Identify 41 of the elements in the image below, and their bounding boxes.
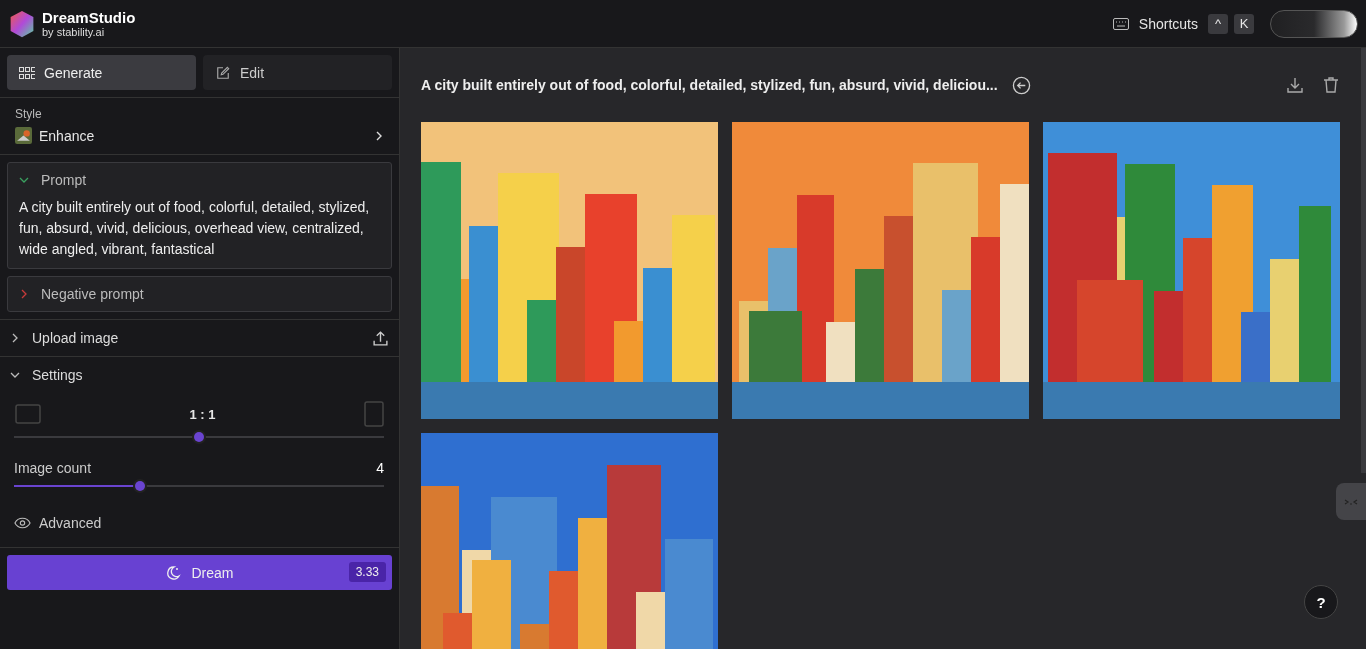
keyboard-key: K <box>1234 13 1254 34</box>
app-subtitle: by stability.ai <box>42 26 106 38</box>
landscape-frame-icon <box>15 404 41 424</box>
mode-tab[interactable]: Generate <box>7 55 196 90</box>
mode-tab[interactable]: Edit <box>203 55 392 90</box>
portrait-frame-icon <box>364 401 384 427</box>
moon-icon <box>165 564 182 581</box>
upload-icon <box>372 329 389 347</box>
image-count-label: Image count <box>14 460 92 476</box>
settings-header[interactable]: Settings <box>0 357 399 393</box>
download-icon[interactable] <box>1286 76 1304 94</box>
account-toggle[interactable] <box>1270 9 1358 38</box>
grid-icon <box>19 65 35 80</box>
style-thumbnail-icon <box>15 127 32 144</box>
shortcuts-label[interactable]: Shortcuts <box>1138 15 1198 32</box>
eye-icon <box>14 517 31 529</box>
trash-icon[interactable] <box>1322 76 1340 94</box>
advanced-toggle[interactable]: Advanced <box>0 493 399 541</box>
style-selector[interactable]: Enhance <box>15 127 384 144</box>
style-label: Style <box>15 107 43 121</box>
aspect-ratio-value: 1 : 1 <box>189 406 216 422</box>
help-button[interactable]: ? <box>1304 585 1338 619</box>
upload-image-header[interactable]: Upload image <box>0 320 399 357</box>
keyboard-icon <box>1112 17 1129 30</box>
dream-button[interactable]: Dream 3.33 <box>7 555 392 590</box>
credit-cost-badge: 3.33 <box>348 562 386 582</box>
prompt-title: A city built entirely out of food, colorful, detailed, stylized, fun, absurd, vivid, deliciou... <box>421 77 998 93</box>
keyboard-key: ^ <box>1208 13 1228 34</box>
slider-thumb[interactable] <box>194 432 204 442</box>
edit-icon <box>215 65 231 80</box>
slider-thumb[interactable] <box>134 481 145 491</box>
prompt-text[interactable]: A city built entirely out of food, colorful, detailed, stylized, fun, absurd, vivid, delicious, overhead view, centralized, wide angled, vibrant, fantastical <box>8 197 391 268</box>
face-icon <box>1344 497 1358 506</box>
app-title: DreamStudio <box>42 9 136 26</box>
prompt-header[interactable]: Prompt <box>8 163 391 197</box>
side-panel-handle[interactable] <box>1336 483 1366 520</box>
image-count-value: 4 <box>376 460 384 476</box>
logo-icon <box>8 9 36 38</box>
negative-prompt-header[interactable]: Negative prompt <box>8 277 391 311</box>
scrollbar[interactable] <box>1361 48 1366 473</box>
chevron-right-icon <box>374 129 384 142</box>
